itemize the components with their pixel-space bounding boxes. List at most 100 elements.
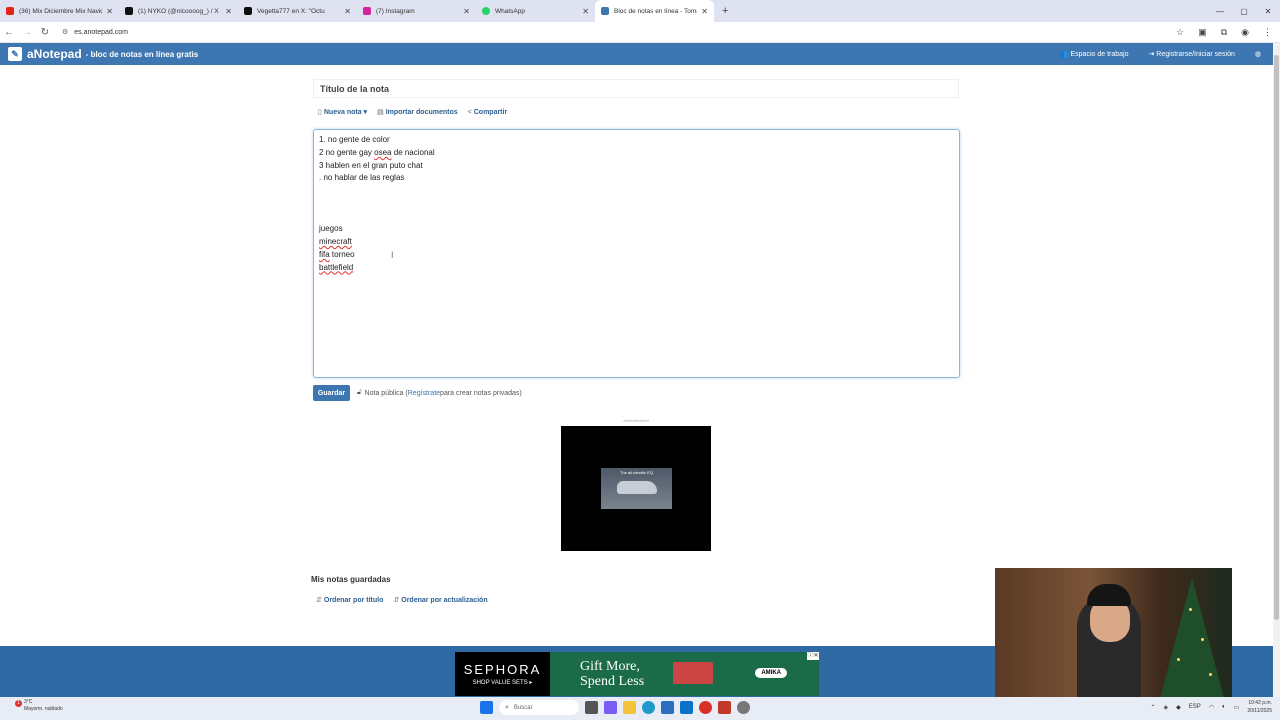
tab-title: WhatsApp bbox=[495, 7, 525, 15]
app-icon[interactable] bbox=[718, 701, 731, 714]
streamer-cap bbox=[1087, 584, 1131, 606]
banner-brand: SEPHORA bbox=[463, 662, 542, 677]
address-bar: ← → ↻ ⚙ es.anotepad.com ☆ ▣ ⧉ ◉ ⋮ bbox=[0, 22, 1280, 43]
workspace-link[interactable]: 👥 Espacio de trabajo bbox=[1060, 50, 1129, 58]
url-field[interactable]: ⚙ es.anotepad.com bbox=[62, 28, 128, 37]
editor-line: juegos bbox=[319, 224, 343, 234]
webcam-overlay bbox=[995, 568, 1232, 701]
new-tab-icon[interactable]: + bbox=[722, 5, 728, 17]
site-brand[interactable]: aNotepad bbox=[27, 47, 82, 61]
share-button[interactable]: < Compartir bbox=[468, 109, 508, 116]
minimize-icon[interactable]: — bbox=[1208, 7, 1232, 16]
task-view-icon[interactable] bbox=[585, 701, 598, 714]
note-title-input[interactable]: Título de la nota bbox=[313, 79, 959, 98]
tab-title: (7) Instagram bbox=[376, 7, 415, 15]
tab-title: (36) Mix Diciembre Mix Navidad bbox=[19, 7, 103, 15]
private-note-text: para crear notas privadas) bbox=[440, 389, 522, 397]
copilot-icon[interactable] bbox=[604, 701, 617, 714]
sort-by-update-link[interactable]: ⇵ Ordenar por actualización bbox=[393, 596, 487, 604]
close-window-icon[interactable]: ✕ bbox=[1256, 7, 1280, 16]
settings-icon[interactable] bbox=[737, 701, 750, 714]
tab-title: Bloc de notas en línea - Toma y bbox=[614, 7, 698, 15]
chevron-up-icon[interactable]: ⌃ bbox=[1151, 704, 1156, 711]
ad-thumbnail[interactable]: The all-electric EQ bbox=[601, 468, 672, 509]
instagram-icon bbox=[363, 7, 371, 15]
close-tab-icon[interactable]: ✕ bbox=[344, 7, 351, 16]
import-documents-button[interactable]: ▤ Importar documentos bbox=[377, 108, 458, 116]
x-icon bbox=[244, 7, 252, 15]
christmas-tree bbox=[1160, 578, 1224, 698]
sidebar-icon[interactable]: ▣ bbox=[1198, 27, 1207, 38]
close-tab-icon[interactable]: ✕ bbox=[463, 7, 470, 16]
car-image bbox=[616, 481, 657, 494]
app-icon[interactable] bbox=[680, 701, 693, 714]
banner-headline-1: Gift More, bbox=[580, 659, 640, 674]
scrollbar-thumb[interactable] bbox=[1274, 55, 1279, 620]
youtube-icon bbox=[6, 7, 14, 15]
start-icon[interactable] bbox=[480, 701, 493, 714]
edge-icon[interactable] bbox=[642, 701, 655, 714]
save-row: Guardar 🔓︎ Nota pública ( Regístrate par… bbox=[313, 385, 522, 401]
ad-caption: The all-electric EQ bbox=[620, 470, 653, 475]
banner-partner: AMIKA bbox=[755, 668, 787, 678]
bookmark-star-icon[interactable]: ☆ bbox=[1176, 27, 1184, 38]
page-scrollbar[interactable] bbox=[1273, 43, 1280, 697]
language-indicator[interactable]: ESP bbox=[1189, 704, 1201, 710]
weather-widget[interactable]: 1 3°C Mayorm. nublado bbox=[14, 699, 63, 713]
new-note-button[interactable]: ▯ Nueva nota ▾ bbox=[318, 108, 367, 116]
browser-tab[interactable]: (7) Instagram ✕ bbox=[357, 0, 476, 22]
tree-light bbox=[1189, 608, 1192, 611]
sort-icon: ⇵ bbox=[393, 597, 400, 604]
register-link[interactable]: Regístrate bbox=[408, 390, 440, 397]
maximize-icon[interactable]: ▢ bbox=[1232, 7, 1256, 16]
browser-tab[interactable]: (1) NYKO (@nicoooog_) / X ✕ bbox=[119, 0, 238, 22]
close-tab-icon[interactable]: ✕ bbox=[225, 7, 232, 16]
editor-line: 1. no gente de color bbox=[319, 135, 390, 144]
sort-options: ⇵ Ordenar por título ⇵ Ordenar por actuali… bbox=[316, 596, 488, 604]
close-tab-icon[interactable]: ✕ bbox=[106, 7, 113, 16]
taskbar-search[interactable]: ⌕ Buscar bbox=[499, 700, 579, 715]
menu-icon[interactable]: ⋮ bbox=[1263, 27, 1272, 38]
editor-line: 3 hablen en el gran puto chat bbox=[319, 160, 423, 170]
reload-icon[interactable]: ↻ bbox=[36, 27, 54, 38]
close-tab-icon[interactable]: ✕ bbox=[701, 7, 708, 16]
note-editor[interactable]: 1. no gente de color 2 no gente gay osea… bbox=[313, 129, 960, 378]
back-icon[interactable]: ← bbox=[0, 27, 18, 38]
browser-tab-active[interactable]: Bloc de notas en línea - Toma y ✕ bbox=[595, 0, 714, 22]
browser-tab[interactable]: (36) Mix Diciembre Mix Navidad ✕ bbox=[0, 0, 119, 22]
chrome-icon[interactable] bbox=[699, 701, 712, 714]
login-link[interactable]: ⇥ Registrarse/Iniciar sesión bbox=[1148, 50, 1234, 58]
app-tray-icon[interactable]: ◈ bbox=[1164, 704, 1169, 711]
globe-icon[interactable]: ◍ bbox=[1255, 50, 1261, 58]
site-tagline: - bloc de notas en línea gratis bbox=[85, 49, 199, 59]
battery-icon[interactable]: ▭ bbox=[1234, 704, 1240, 711]
ad-video[interactable]: The all-electric EQ bbox=[561, 426, 711, 551]
site-info-icon[interactable]: ⚙ bbox=[62, 28, 68, 36]
volume-icon[interactable]: 🔈︎ bbox=[1222, 704, 1226, 711]
windows-taskbar: 1 3°C Mayorm. nublado ⌕ Buscar ⌃ ◈ ◆ ESP… bbox=[0, 697, 1280, 720]
store-icon[interactable] bbox=[661, 701, 674, 714]
banner-headline-2: Spend Less bbox=[580, 674, 645, 689]
browser-tab[interactable]: Vegetta777 en X: "Octu ✕ bbox=[238, 0, 357, 22]
clock[interactable]: 10:42 p.m. 20/11/2025 bbox=[1247, 699, 1272, 715]
sephora-banner-ad[interactable]: SEPHORA SHOP VALUE SETS ▸ Gift More, Spe… bbox=[455, 652, 819, 696]
browser-tab[interactable]: WhatsApp ✕ bbox=[476, 0, 595, 22]
forward-icon[interactable]: → bbox=[18, 27, 36, 38]
save-button[interactable]: Guardar bbox=[313, 385, 350, 401]
ad-close-icon[interactable]: ⓘ✕ bbox=[807, 652, 819, 660]
extensions-icon[interactable]: ⧉ bbox=[1221, 27, 1227, 38]
file-explorer-icon[interactable] bbox=[623, 701, 636, 714]
whatsapp-icon bbox=[482, 7, 490, 15]
wifi-icon[interactable]: ◠ bbox=[1209, 704, 1214, 711]
editor-line: . no hablar de las reglas bbox=[319, 173, 405, 183]
app-tray-icon[interactable]: ◆ bbox=[1176, 704, 1181, 711]
profile-icon[interactable]: ◉ bbox=[1241, 27, 1249, 38]
close-tab-icon[interactable]: ✕ bbox=[582, 7, 589, 16]
browser-tab-strip: (36) Mix Diciembre Mix Navidad ✕ (1) NYK… bbox=[0, 0, 1280, 22]
sort-by-title-link[interactable]: ⇵ Ordenar por título bbox=[316, 596, 383, 604]
text-cursor-icon: I bbox=[391, 250, 394, 260]
note-toolbar: ▯ Nueva nota ▾ ▤ Importar documentos < Comp… bbox=[318, 108, 508, 117]
url-text: es.anotepad.com bbox=[74, 28, 128, 36]
